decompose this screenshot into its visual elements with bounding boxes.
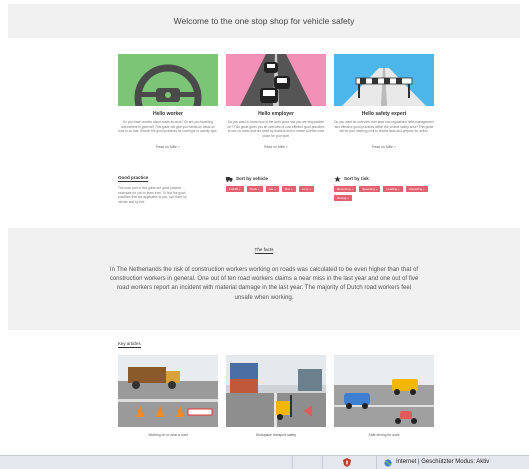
internet-zone-globe-icon [384,459,392,467]
sort-by-risk-title: Sort by risk [344,176,369,181]
road-work-illustration[interactable] [118,355,218,427]
road-cars-illustration[interactable] [226,54,326,106]
welcome-banner: Welcome to the one stop shop for vehicle… [8,4,520,38]
read-more-link[interactable]: Read on Mille > [226,145,326,149]
page-title: Welcome to the one stop shop for vehicle… [173,16,355,26]
chip-truck[interactable]: Truck + [246,186,263,192]
city-traffic-illustration[interactable] [334,355,434,427]
sort-by-risk-section: Sort by risk Reversing + Speeding + Load… [334,175,438,201]
steering-wheel-illustration[interactable] [118,54,218,106]
sort-by-vehicle-section: Sort by vehicle Forklift + Truck + Car +… [226,175,326,192]
warning-star-icon [334,175,341,182]
road-barrier-illustration[interactable] [334,54,434,106]
facts-title: The facts [254,247,274,254]
read-more-link[interactable]: Read on Mille > [118,145,218,149]
card-description: Do you want to know how of the work plac… [227,120,325,138]
status-divider [292,456,293,469]
protected-mode-shield-icon[interactable] [342,458,352,467]
card-title: Hello safety expert [361,111,407,117]
truck-icon [226,176,233,182]
chip-loading[interactable]: Loading + [383,186,403,192]
status-divider [322,456,323,469]
card-title: Hello worker [152,111,183,117]
sort-by-vehicle-title: Sort by vehicle [236,176,269,181]
good-practice-title: Good practice [118,175,149,182]
chip-speeding[interactable]: Speeding + [359,186,381,192]
read-more-link[interactable]: Read on Mille > [334,145,434,149]
chip-lorry[interactable]: Lorry + [298,186,315,192]
article-caption: Workplace transport safety [255,433,297,437]
article-safe-driving[interactable]: Safe driving for work [334,355,434,437]
article-caption: Safe driving for work [368,433,400,437]
chip-unloading[interactable]: Unloading + [405,186,428,192]
article-transport-safety[interactable]: Workplace transport safety [226,355,326,437]
facts-text: In The Netherlands the risk of construct… [109,266,419,301]
chip-reversing[interactable]: Reversing + [334,186,357,192]
chip-driving[interactable]: Driving + [334,195,352,201]
article-caption: Working on or near a road [148,433,188,437]
security-zone-status[interactable]: Internet | Geschützter Modus: Aktiv [396,459,489,465]
status-divider [376,456,377,469]
card-worker[interactable]: Hello worker Do you have worries about r… [118,54,218,149]
page: Welcome to the one stop shop for vehicle… [0,0,529,469]
warehouse-forklift-illustration[interactable] [226,355,326,427]
article-road-work[interactable]: Working on or near a road [118,355,218,437]
browser-status-bar: Internet | Geschützter Modus: Aktiv [0,455,529,469]
good-practice-text: The main part of this guide are good pra… [118,186,187,204]
chip-forklift[interactable]: Forklift + [226,186,244,192]
card-employer[interactable]: Hello employer Do you want to know how o… [226,54,326,149]
chip-car[interactable]: Car + [265,186,279,192]
card-safety-expert[interactable]: Hello safety expert Do you want an overv… [334,54,434,149]
facts-section: The facts In The Netherlands the risk of… [8,228,520,330]
good-practice-section: Good practice The main part of this guid… [118,175,193,204]
card-description: Do you want an overview over laws and re… [334,120,434,134]
key-articles-title: Key articles [118,341,141,348]
card-title: Hello employer [258,111,294,117]
chip-bus[interactable]: Bus + [282,186,296,192]
card-description: Do you have worries about roads as work?… [118,120,218,134]
